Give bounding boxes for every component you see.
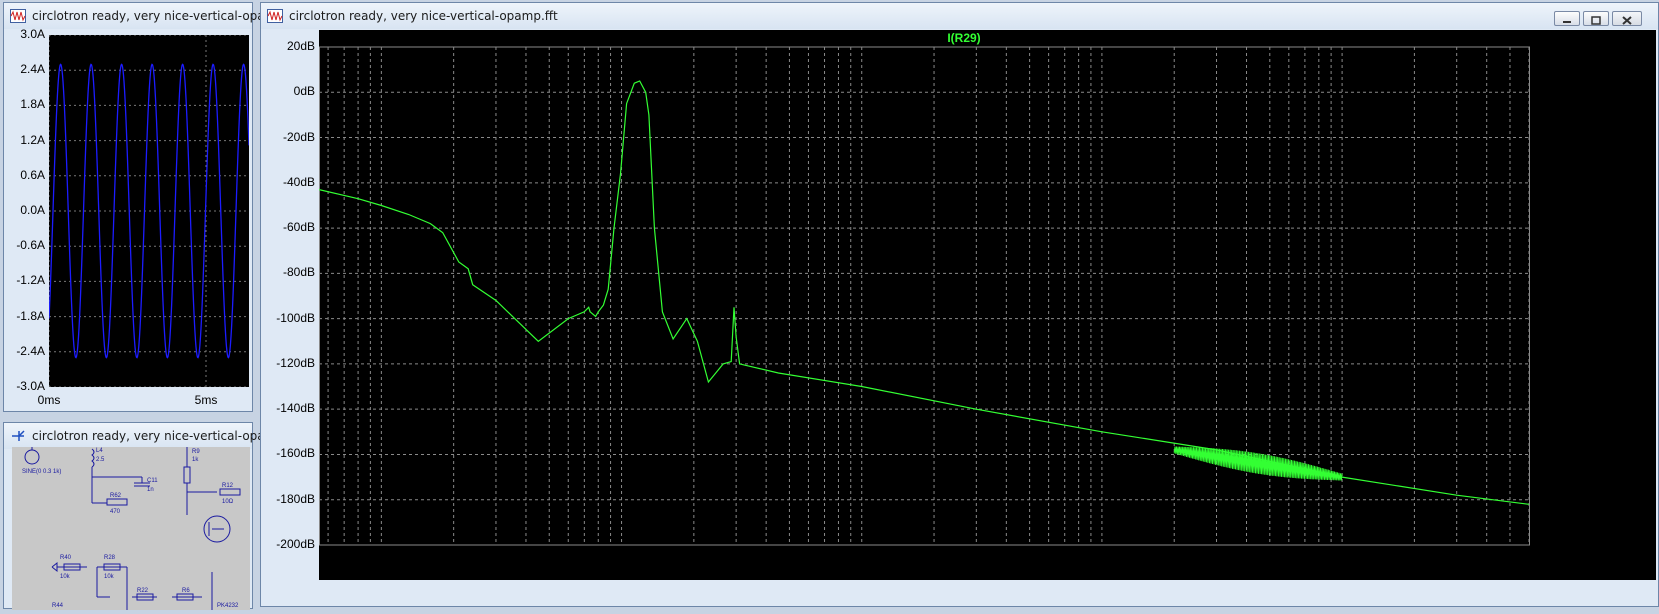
y-tick-label: 0.6A xyxy=(20,167,45,182)
maximize-button[interactable] xyxy=(1583,11,1609,26)
title-bar[interactable]: circlotron ready, very nice-vertical-opa… xyxy=(4,423,308,449)
schematic-label: R22 xyxy=(137,588,149,594)
fft-window[interactable]: circlotron ready, very nice-vertical-opa… xyxy=(260,2,1659,607)
schematic-label: R28 xyxy=(104,555,116,561)
x-tick-label: 100KHz xyxy=(1080,551,1124,565)
minimize-button[interactable] xyxy=(1554,11,1580,26)
schematic-label: 2.5 xyxy=(96,457,105,463)
y-tick-label: -160dB xyxy=(276,446,315,461)
schematic-label: SINE(0 0.3 1k) xyxy=(22,469,61,475)
schematic-label: C11 xyxy=(147,478,158,484)
maximize-icon xyxy=(1591,16,1601,25)
plot-frame xyxy=(319,46,1530,546)
y-tick-label: -20dB xyxy=(282,129,315,144)
y-tick-label: -0.6A xyxy=(16,238,45,253)
schematic-label: R12 xyxy=(222,483,234,489)
fft-trace-noise xyxy=(1173,446,1343,481)
schematic-label: 10k xyxy=(60,574,71,580)
y-tick-label: -2.4A xyxy=(16,343,45,358)
schematic-label: L4 xyxy=(96,448,103,454)
schematic-label: R44 xyxy=(52,603,64,609)
title-bar[interactable]: circlotron ready, very nice-vertical-opa… xyxy=(4,3,310,29)
y-tick-label: -1.2A xyxy=(16,273,45,288)
schematic-label: 10k xyxy=(104,574,115,580)
y-tick-label: 20dB xyxy=(286,39,315,53)
fft-chart-svg: I(R29) xyxy=(318,31,1530,546)
minimize-icon xyxy=(1563,21,1571,23)
schematic-canvas[interactable]: SINE(0 0.3 1k) L4 2.5 R9 1k R12 10Ω C11 … xyxy=(12,447,250,610)
y-tick-label: -120dB xyxy=(276,355,315,370)
schematic-label: 1n xyxy=(147,487,154,493)
y-tick-label: 1.8A xyxy=(20,97,45,112)
y-tick-label: 3.0A xyxy=(20,27,45,41)
trace-label[interactable]: I(R29) xyxy=(947,31,980,45)
waveform-window-icon xyxy=(10,9,26,23)
y-tick-label: -80dB xyxy=(282,265,315,280)
schematic-label: 1k xyxy=(192,457,199,463)
x-tick-label: 10KHz xyxy=(843,551,880,565)
schematic-label: R9 xyxy=(192,449,200,455)
fft-trace xyxy=(318,80,1530,505)
schematic-window-icon xyxy=(12,430,25,441)
time-domain-window[interactable]: circlotron ready, very nice-vertical-opa… xyxy=(3,2,310,412)
schematic-label: PK4232 xyxy=(217,603,239,609)
y-tick-label: 0.0A xyxy=(20,203,45,217)
y-tick-label: -200dB xyxy=(276,537,315,551)
x-tick-label: 1KHz xyxy=(606,551,637,565)
time-trace-svg xyxy=(48,34,250,388)
y-tick-label: -100dB xyxy=(276,310,315,325)
y-tick-label: -40dB xyxy=(282,174,315,189)
schematic-window[interactable]: circlotron ready, very nice-vertical-opa… xyxy=(3,422,308,610)
x-tick-label: 0ms xyxy=(37,393,61,407)
y-tick-label: -180dB xyxy=(276,491,315,506)
x-tick-label: 5ms xyxy=(194,393,218,407)
schematic-label: R62 xyxy=(110,493,122,499)
close-icon xyxy=(1622,16,1632,25)
schematic-label: R6 xyxy=(182,588,190,594)
x-tick-label: 100Hz xyxy=(364,551,399,565)
x-tick-label: 1MHz xyxy=(1326,551,1358,565)
y-tick-label: -1.8A xyxy=(16,308,45,323)
time-plot-area[interactable] xyxy=(48,34,250,388)
close-button[interactable] xyxy=(1612,11,1642,26)
y-tick-label: 0dB xyxy=(293,84,315,99)
y-tick-label: -60dB xyxy=(282,220,315,235)
schematic-label: 470 xyxy=(110,509,121,515)
y-tick-label: 1.2A xyxy=(20,132,45,147)
window-title: circlotron ready, very nice-vertical-opa… xyxy=(289,9,558,23)
schematic-label: R40 xyxy=(60,555,72,561)
fft-plot-area[interactable]: I(R29) xyxy=(318,30,1656,580)
y-tick-label: 2.4A xyxy=(20,62,45,77)
y-tick-label: -140dB xyxy=(276,401,315,416)
schematic-drawing: SINE(0 0.3 1k) L4 2.5 R9 1k R12 10Ω C11 … xyxy=(22,447,241,610)
title-bar[interactable]: circlotron ready, very nice-vertical-opa… xyxy=(261,3,1658,29)
y-tick-label: -3.0A xyxy=(16,379,45,393)
waveform-window-icon xyxy=(267,9,283,23)
schematic-label: 10Ω xyxy=(222,499,234,505)
